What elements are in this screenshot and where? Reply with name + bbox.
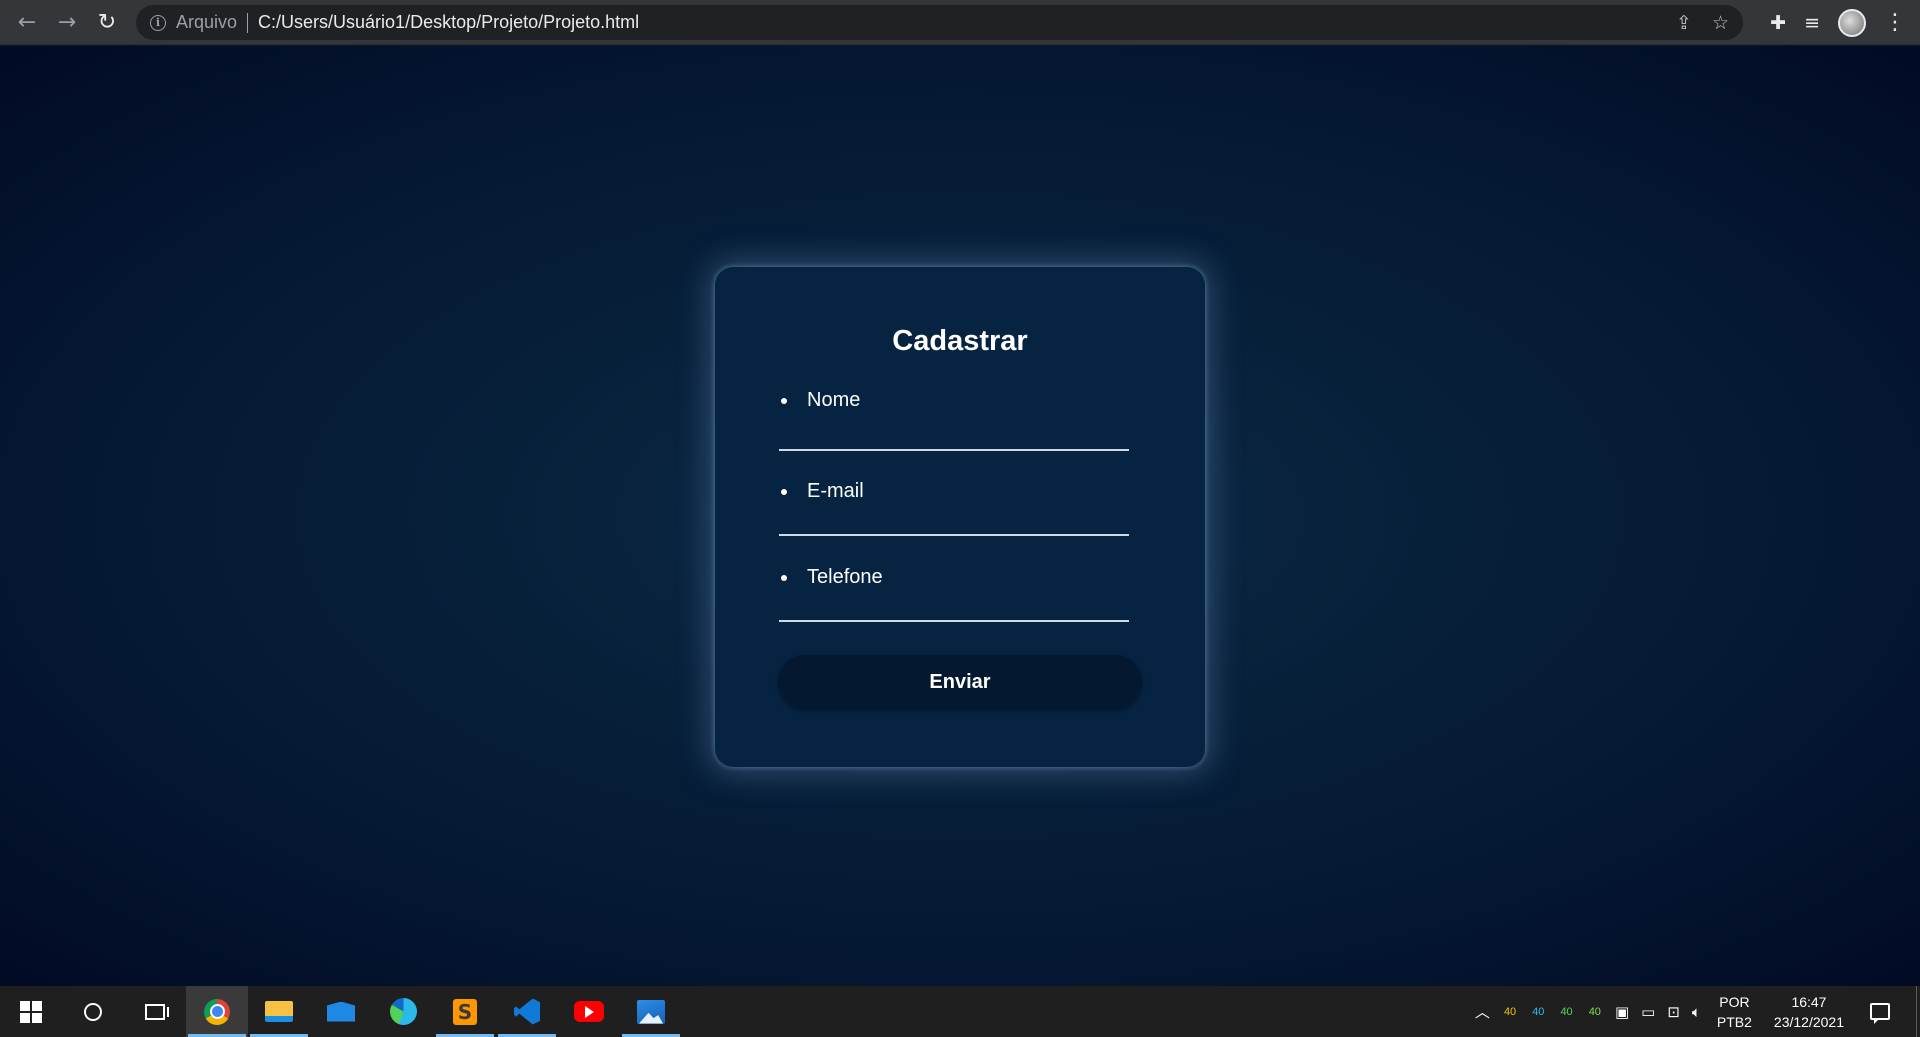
field-label-nome: Nome [779, 389, 1129, 412]
telefone-input[interactable] [779, 590, 1129, 622]
tray-meter-3[interactable]: 40 [1560, 1006, 1572, 1018]
lang-code: POR [1719, 993, 1750, 1010]
star-icon[interactable]: ☆ [1712, 12, 1729, 34]
email-input[interactable] [779, 504, 1129, 536]
tray-meter-1[interactable]: 40 [1504, 1006, 1516, 1018]
start-button[interactable] [0, 986, 62, 1037]
url-text[interactable]: C:/Users/Usuário1/Desktop/Projeto/Projet… [258, 12, 639, 33]
nome-input[interactable] [779, 419, 1129, 451]
sublime-icon: S [453, 998, 477, 1025]
clock-time: 16:47 [1791, 993, 1827, 1010]
back-icon[interactable]: ← [7, 2, 47, 42]
bullet-icon [781, 574, 787, 581]
toolbar-actions: ✚ ≡ ⋮ [1770, 0, 1906, 45]
search-button[interactable] [62, 986, 124, 1037]
mail-icon [327, 1001, 355, 1022]
system-tray: ︿ 40 40 40 40 ▣ ▭ ⊡ 🔈︎ POR PTB2 16:47 23… [1469, 986, 1920, 1037]
profile-avatar[interactable] [1838, 8, 1866, 37]
meet-now-icon[interactable]: ▣ [1615, 1003, 1629, 1021]
language-indicator[interactable]: POR PTB2 [1717, 992, 1752, 1032]
cortana-icon [84, 1002, 102, 1021]
youtube-icon [574, 1001, 604, 1022]
address-bar[interactable]: i Arquivo C:/Users/Usuário1/Desktop/Proj… [136, 5, 1743, 40]
photos-icon [637, 999, 665, 1024]
form-title: Cadastrar [892, 325, 1028, 357]
field-nome: Nome [779, 389, 1129, 451]
signup-card: Cadastrar Nome E-mail Telefone Enviar [715, 267, 1205, 767]
menu-icon[interactable]: ⋮ [1884, 10, 1906, 35]
chevron-up-icon[interactable]: ︿ [1475, 1001, 1490, 1022]
submit-button[interactable]: Enviar [778, 655, 1142, 709]
reading-list-icon[interactable]: ≡ [1804, 12, 1820, 34]
taskbar: S ︿ 40 40 40 40 ▣ ▭ ⊡ 🔈︎ POR PTB2 16:47 … [0, 986, 1920, 1037]
clock-date: 23/12/2021 [1773, 1013, 1844, 1030]
extensions-icon[interactable]: ✚ [1770, 12, 1786, 34]
field-label-email: E-mail [779, 480, 1129, 503]
label-text: Telefone [807, 566, 883, 588]
field-email: E-mail [779, 480, 1129, 536]
field-telefone: Telefone [779, 566, 1129, 622]
bullet-icon [781, 488, 787, 495]
vscode-icon [514, 998, 540, 1025]
reload-icon[interactable]: ↻ [87, 2, 127, 42]
tray-meter-2[interactable]: 40 [1532, 1006, 1544, 1018]
page-viewport: Cadastrar Nome E-mail Telefone Enviar [0, 46, 1920, 986]
info-icon[interactable]: i [150, 14, 166, 31]
taskbar-app-edge[interactable] [372, 986, 434, 1037]
notification-icon[interactable] [1870, 1003, 1890, 1024]
taskbar-app-explorer[interactable] [248, 986, 310, 1037]
tray-meter-4[interactable]: 40 [1589, 1006, 1601, 1018]
forward-icon[interactable]: → [47, 2, 87, 42]
share-icon[interactable]: ⇪ [1676, 12, 1692, 34]
taskbar-app-photos[interactable] [620, 986, 682, 1037]
taskbar-app-vscode[interactable] [496, 986, 558, 1037]
taskbar-app-sublime[interactable]: S [434, 986, 496, 1037]
chrome-icon [204, 998, 230, 1025]
field-label-telefone: Telefone [779, 566, 1129, 589]
clock[interactable]: 16:47 23/12/2021 [1774, 992, 1844, 1032]
taskbar-app-youtube[interactable] [558, 986, 620, 1037]
taskbar-app-mail[interactable] [310, 986, 372, 1037]
folder-icon [265, 1001, 293, 1022]
battery-icon[interactable]: ▭ [1641, 1003, 1655, 1021]
browser-toolbar: ← → ↻ i Arquivo C:/Users/Usuário1/Deskto… [0, 0, 1920, 45]
label-text: E-mail [807, 480, 864, 502]
network-icon[interactable]: ⊡ [1667, 1003, 1680, 1021]
label-text: Nome [807, 389, 861, 411]
taskbar-app-chrome[interactable] [186, 986, 248, 1037]
edge-icon [389, 998, 417, 1025]
task-view-button[interactable] [124, 986, 186, 1037]
show-desktop-button[interactable] [1916, 986, 1920, 1037]
task-view-icon [145, 1003, 169, 1020]
omnibox-actions: ⇪ ☆ [1676, 5, 1729, 40]
scheme-label: Arquivo [176, 12, 238, 32]
windows-icon [20, 1000, 42, 1023]
volume-icon[interactable]: 🔈︎ [1692, 1003, 1701, 1021]
keyboard-layout: PTB2 [1716, 1013, 1752, 1030]
address-separator [247, 12, 249, 33]
bullet-icon [781, 397, 787, 404]
